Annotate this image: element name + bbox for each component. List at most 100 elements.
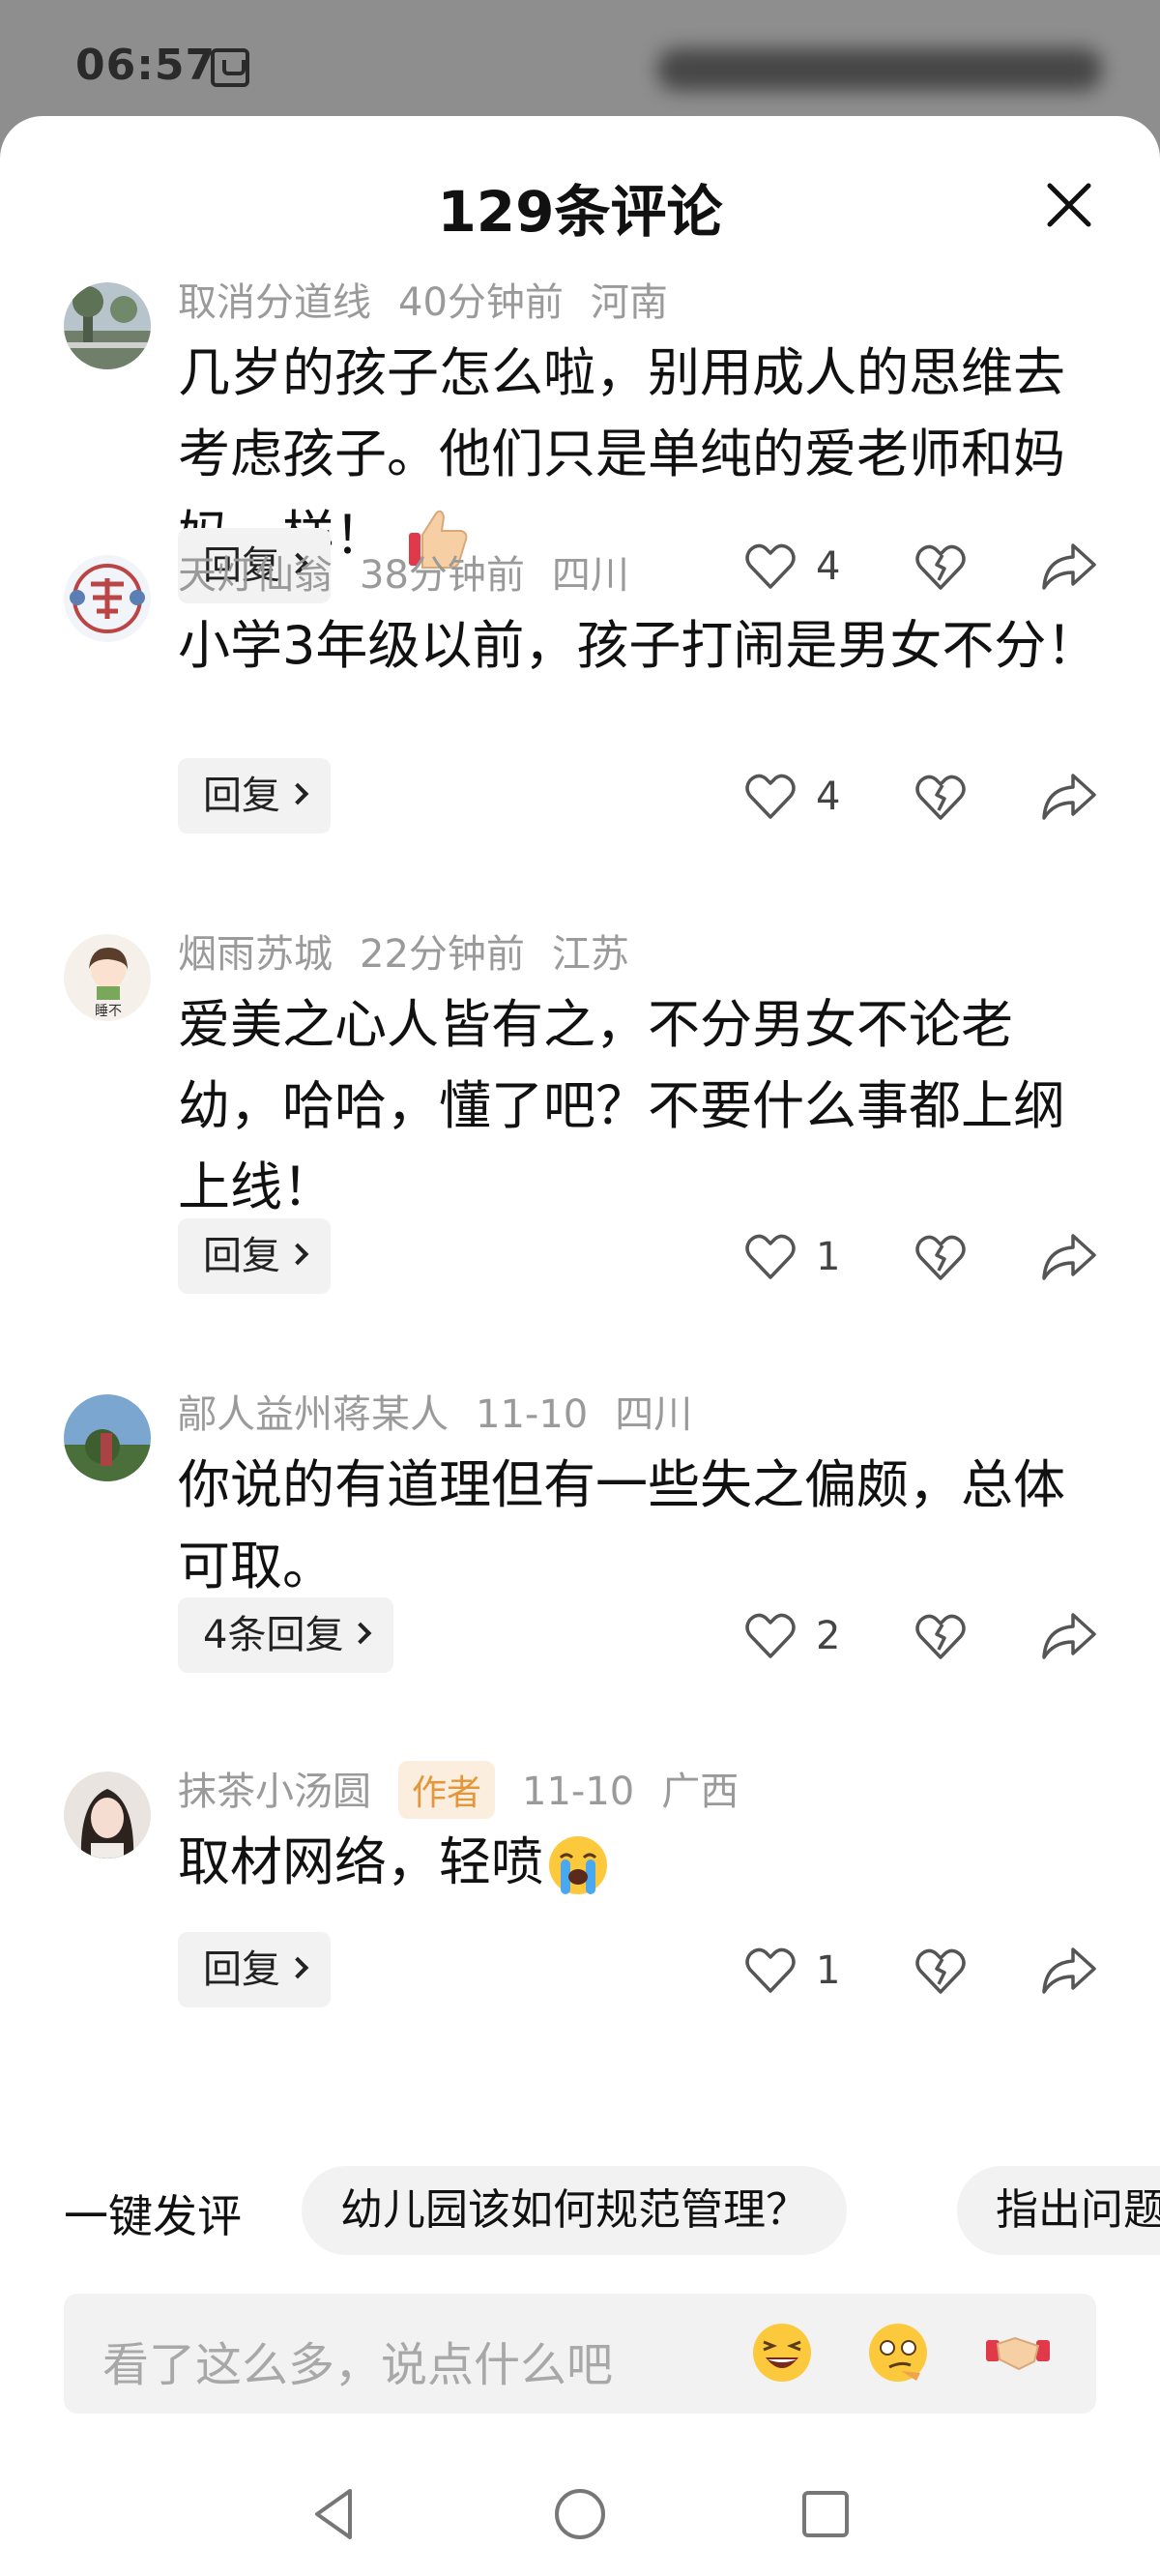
share-button[interactable]	[1038, 766, 1098, 826]
comment-text: 取材网络，轻喷	[178, 1822, 1116, 1903]
comment-actions: 回复 1	[0, 1932, 1160, 2009]
comment-actions: 回复 1	[0, 1218, 1160, 1296]
comment-text: 你说的有道理但有一些失之偏颇，总体可取。	[178, 1454, 1065, 1596]
status-time: 06:57	[75, 41, 217, 90]
quick-comment-label: 一键发评	[64, 2190, 242, 2242]
comment-time: 11-10	[476, 1392, 589, 1437]
chevron-right-icon	[286, 782, 309, 805]
handshake-icon[interactable]	[982, 2317, 1054, 2388]
loudly-crying-face-icon	[549, 1836, 607, 1895]
status-bar: 06:57	[0, 0, 1160, 116]
replies-button[interactable]: 4条回复	[178, 1597, 394, 1673]
comment-text: 小学3年级以前，孩子打闹是男女不分！	[178, 615, 1099, 676]
share-button[interactable]	[1038, 1226, 1098, 1286]
like-button[interactable]: 1	[742, 1940, 840, 2002]
thinking-smirk-face-icon[interactable]	[862, 2317, 934, 2388]
username[interactable]: 抹茶小汤圆	[178, 1770, 371, 1814]
close-button[interactable]	[1044, 180, 1094, 230]
like-count: 4	[816, 544, 841, 589]
username[interactable]: 烟雨苏城	[178, 932, 333, 977]
like-count: 4	[816, 775, 841, 819]
comment-text: 爱美之心人皆有之，不分男女不论老幼，哈哈，懂了吧？不要什么事都上纲上线！	[178, 994, 1065, 1217]
share-button[interactable]	[1038, 536, 1098, 596]
status-icons-blurred	[657, 48, 1102, 91]
share-arrow-icon	[1042, 1947, 1096, 1994]
comment-time: 11-10	[522, 1770, 635, 1814]
avatar[interactable]	[64, 282, 151, 369]
comment-meta: 烟雨苏城 22分钟前 江苏	[178, 922, 656, 979]
share-button[interactable]	[1038, 1940, 1098, 2000]
comment-location: 四川	[615, 1392, 693, 1437]
like-button[interactable]: 4	[742, 766, 840, 828]
recents-square-icon[interactable]	[795, 2483, 856, 2545]
comment-actions: 4条回复 2	[0, 1597, 1160, 1675]
like-count: 2	[816, 1614, 841, 1658]
comment-meta: 天灯仙翁 38分钟前 四川	[178, 543, 656, 600]
username[interactable]: 鄗人益州蒋某人	[178, 1392, 449, 1437]
grinning-squinting-face-icon[interactable]	[746, 2317, 818, 2388]
reply-label: 回复	[203, 1947, 280, 1992]
quick-comment-bar: 一键发评 幼儿园该如何规范管理？ 指出问题	[0, 2160, 1160, 2257]
avatar[interactable]	[64, 555, 151, 642]
broken-heart-icon	[915, 1948, 966, 1994]
chevron-right-icon	[286, 1956, 309, 1979]
comments-title: 129条评论	[437, 179, 723, 245]
avatar[interactable]	[64, 1771, 151, 1859]
comments-sheet: 129条评论 取消分道线 40分钟前 河南 几岁的孩子怎么啦，别用成人的思维去考…	[0, 116, 1160, 2576]
comment-meta: 取消分道线 40分钟前 河南	[178, 271, 695, 327]
author-badge: 作者	[398, 1761, 496, 1819]
broken-heart-icon	[915, 1614, 966, 1659]
comment-location: 广西	[661, 1770, 740, 1814]
chevron-right-icon	[286, 1243, 309, 1266]
reply-label: 回复	[203, 774, 280, 818]
heart-icon	[745, 1947, 796, 1993]
chevron-right-icon	[350, 1622, 372, 1645]
heart-icon	[745, 1234, 796, 1279]
comment-body: 取材网络，轻喷	[178, 1831, 543, 1892]
share-button[interactable]	[1038, 1605, 1098, 1665]
like-button[interactable]: 2	[742, 1605, 840, 1667]
system-nav-bar	[0, 2456, 1160, 2576]
share-arrow-icon	[1042, 1613, 1096, 1659]
comment-meta: 抹茶小汤圆 作者 11-10 广西	[178, 1760, 766, 1819]
app-notification-icon	[211, 48, 249, 87]
comment-location: 四川	[551, 553, 629, 598]
home-circle-icon[interactable]	[549, 2483, 611, 2545]
svg-text:睡不: 睡不	[95, 1004, 122, 1019]
dislike-button[interactable]	[911, 1226, 971, 1286]
like-count: 1	[816, 1948, 841, 1993]
share-arrow-icon	[1042, 1234, 1096, 1280]
username[interactable]: 天灯仙翁	[178, 553, 333, 598]
dislike-button[interactable]	[911, 536, 971, 596]
back-triangle-icon[interactable]	[304, 2483, 365, 2545]
avatar[interactable]	[64, 1394, 151, 1481]
heart-icon	[745, 543, 796, 589]
comment-time: 40分钟前	[398, 280, 564, 325]
comment-actions: 回复 4	[0, 758, 1160, 835]
comment-input[interactable]: 看了这么多，说点什么吧	[64, 2294, 1096, 2414]
avatar[interactable]: 睡不	[64, 934, 151, 1021]
dislike-button[interactable]	[911, 1940, 971, 2000]
comment-list[interactable]: 取消分道线 40分钟前 河南 几岁的孩子怎么啦，别用成人的思维去考虑孩子。他们只是单…	[0, 271, 1160, 2123]
like-button[interactable]: 1	[742, 1226, 840, 1288]
reply-button[interactable]: 回复	[178, 758, 331, 834]
quick-comment-chip[interactable]: 幼儿园该如何规范管理？	[302, 2166, 847, 2255]
close-icon	[1047, 183, 1091, 227]
dislike-button[interactable]	[911, 1605, 971, 1665]
share-arrow-icon	[1042, 774, 1096, 820]
comment-meta: 鄗人益州蒋某人 11-10 四川	[178, 1383, 719, 1439]
dislike-button[interactable]	[911, 766, 971, 826]
share-arrow-icon	[1042, 543, 1096, 590]
username[interactable]: 取消分道线	[178, 280, 371, 325]
reply-label: 4条回复	[203, 1613, 344, 1657]
broken-heart-icon	[915, 775, 966, 820]
broken-heart-icon	[915, 1235, 966, 1280]
reply-button[interactable]: 回复	[178, 1932, 331, 2007]
broken-heart-icon	[915, 544, 966, 590]
comment-input-placeholder: 看了这么多，说点什么吧	[102, 2338, 614, 2392]
comment-location: 江苏	[551, 932, 629, 977]
like-button[interactable]: 4	[742, 536, 840, 598]
comment-time: 22分钟前	[360, 932, 525, 977]
quick-comment-chip[interactable]: 指出问题	[957, 2166, 1160, 2255]
reply-button[interactable]: 回复	[178, 1218, 331, 1294]
